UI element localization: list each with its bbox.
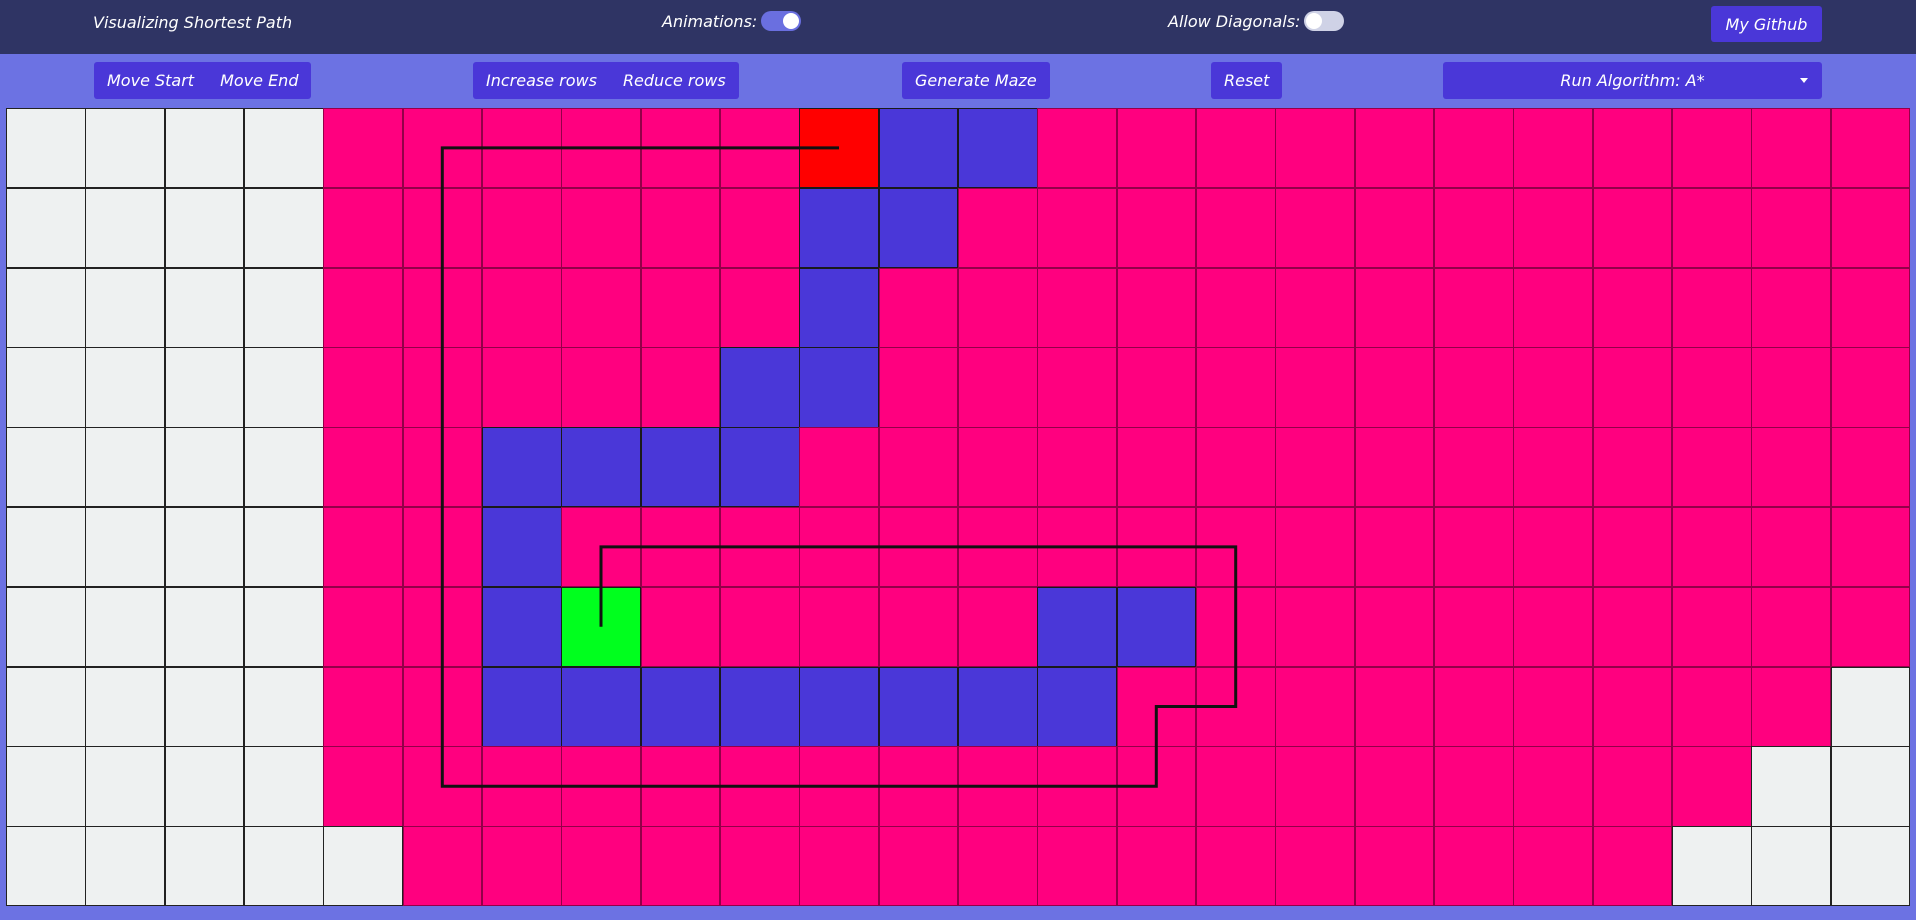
reduce-rows-button[interactable]: Reduce rows	[610, 62, 739, 99]
rows-button-group: Increase rows Reduce rows	[473, 62, 739, 99]
chevron-down-icon	[1800, 78, 1808, 83]
app-title: Visualizing Shortest Path	[93, 13, 293, 32]
animations-toggle[interactable]	[761, 11, 802, 31]
run-algorithm-label: Run Algorithm: A*	[1560, 71, 1705, 90]
run-algorithm-dropdown[interactable]: Run Algorithm: A*	[1443, 62, 1822, 99]
top-navbar: Visualizing Shortest Path Animations: Al…	[0, 0, 1916, 54]
reset-button-group: Reset	[1211, 62, 1283, 99]
increase-rows-button[interactable]: Increase rows	[473, 62, 610, 99]
maze-button-group: Generate Maze	[902, 62, 1050, 99]
move-end-button[interactable]: Move End	[207, 62, 311, 99]
move-start-button[interactable]: Move Start	[94, 62, 207, 99]
move-button-group: Move Start Move End	[94, 62, 312, 99]
reset-button[interactable]: Reset	[1211, 62, 1282, 99]
diagonals-label: Allow Diagonals:	[1168, 11, 1301, 31]
pathfinding-grid[interactable]	[6, 108, 1910, 906]
toggle-knob	[1306, 13, 1323, 29]
diagonals-toggle[interactable]	[1304, 11, 1345, 31]
shortest-path-line	[440, 146, 1238, 788]
animations-label: Animations:	[662, 11, 758, 31]
shortest-path-overlay	[440, 146, 1238, 788]
toggle-knob	[783, 13, 800, 29]
github-button[interactable]: My Github	[1711, 6, 1822, 42]
animations-toggle-group: Animations:	[662, 11, 802, 31]
diagonals-toggle-group: Allow Diagonals:	[1168, 11, 1345, 31]
generate-maze-button[interactable]: Generate Maze	[902, 62, 1050, 99]
